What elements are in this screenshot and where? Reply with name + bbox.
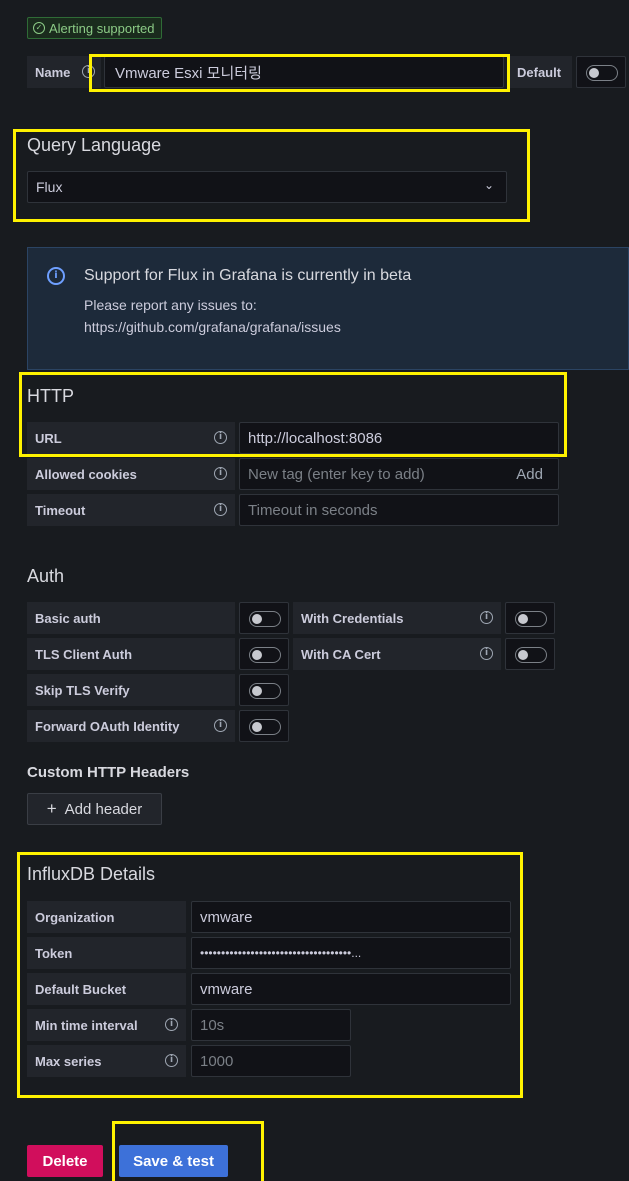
info-circle-icon: i [165,1054,178,1067]
banner-title: Support for Flux in Grafana is currently… [84,267,412,284]
default-toggle-box [576,56,626,88]
skip-tls-toggle-box [239,674,289,706]
banner-line1: Please report any issues to: [84,297,257,313]
query-language-select[interactable]: Flux ⌄ [27,171,507,203]
skip-tls-label-cell: Skip TLS Verify [27,674,235,706]
organization-value: vmware [200,908,253,926]
forward-oauth-label-cell: Forward OAuth Identity i [27,710,235,742]
skip-tls-label: Skip TLS Verify [35,682,130,698]
info-circle-icon: i [480,647,493,660]
default-label: Default [517,64,562,80]
max-series-label-cell: Max series i [27,1045,186,1077]
name-input[interactable]: Vmware Esxi 모니터링 [104,56,504,88]
cookies-label: Allowed cookies [35,466,137,482]
save-test-button[interactable]: Save & test [119,1145,228,1177]
organization-input[interactable]: vmware [191,901,511,933]
default-toggle[interactable] [586,65,618,81]
default-bucket-label: Default Bucket [35,981,127,997]
save-test-label: Save & test [133,1152,214,1170]
info-circle-icon: i [165,1018,178,1031]
with-credentials-toggle-box [505,602,555,634]
chevron-down-icon: ⌄ [483,178,494,192]
with-ca-toggle[interactable] [515,647,547,663]
info-circle-icon: i [214,431,227,444]
timeout-placeholder: Timeout in seconds [248,501,378,519]
name-label: Name [35,64,71,80]
plus-icon: + [46,799,57,818]
min-interval-label: Min time interval [35,1017,138,1033]
custom-headers-title: Custom HTTP Headers [27,764,190,781]
max-series-label: Max series [35,1053,102,1069]
tls-client-toggle-box [239,638,289,670]
min-interval-input[interactable]: 10s [191,1009,351,1041]
info-circle-icon: i [214,467,227,480]
url-label: URL [35,430,62,446]
with-ca-label-cell: With CA Cert i [293,638,501,670]
cookies-input[interactable]: New tag (enter key to add) Add [239,458,559,490]
url-value: http://localhost:8086 [248,429,383,447]
with-credentials-label-cell: With Credentials i [293,602,501,634]
cookies-add-button[interactable]: Add [516,466,543,483]
max-series-placeholder: 1000 [200,1052,234,1070]
timeout-label: Timeout [35,502,86,518]
basic-auth-label-cell: Basic auth [27,602,235,634]
cookies-label-cell: Allowed cookies i [27,458,235,490]
token-label: Token [35,945,73,961]
token-value: ••••••••••••••••••••••••••••••••••••... [200,946,362,960]
default-bucket-value: vmware [200,980,253,998]
with-ca-label: With CA Cert [301,646,381,662]
skip-tls-toggle[interactable] [249,683,281,699]
basic-auth-toggle-box [239,602,289,634]
token-input[interactable]: ••••••••••••••••••••••••••••••••••••... [191,937,511,969]
delete-button[interactable]: Delete [27,1145,103,1177]
delete-label: Delete [42,1152,88,1170]
tls-client-label: TLS Client Auth [35,646,133,662]
with-credentials-toggle[interactable] [515,611,547,627]
organization-label: Organization [35,909,115,925]
forward-oauth-toggle-box [239,710,289,742]
http-title: HTTP [27,386,74,406]
organization-label-cell: Organization [27,901,186,933]
add-header-label: Add header [64,800,143,818]
min-interval-label-cell: Min time interval i [27,1009,186,1041]
url-label-cell: URL i [27,422,235,454]
url-input[interactable]: http://localhost:8086 [239,422,559,454]
auth-title: Auth [27,566,65,586]
add-header-button[interactable]: + Add header [27,793,162,825]
tls-client-toggle[interactable] [249,647,281,663]
query-language-value: Flux [36,179,63,195]
flux-beta-banner: i Support for Flux in Grafana is current… [27,247,629,370]
forward-oauth-label: Forward OAuth Identity [35,718,180,734]
timeout-input[interactable]: Timeout in seconds [239,494,559,526]
check-circle-icon: ✓ [33,22,45,34]
info-circle-icon: i [480,611,493,624]
token-label-cell: Token [27,937,186,969]
with-ca-toggle-box [505,638,555,670]
default-bucket-input[interactable]: vmware [191,973,511,1005]
name-label-cell: Name i [27,56,101,88]
tls-client-label-cell: TLS Client Auth [27,638,235,670]
name-value: Vmware Esxi 모니터링 [115,64,262,82]
info-circle-icon: i [214,503,227,516]
default-label-cell: Default [509,56,572,88]
default-bucket-label-cell: Default Bucket [27,973,186,1005]
info-circle-icon: i [214,719,227,732]
forward-oauth-toggle[interactable] [249,719,281,735]
alerting-supported-badge: ✓ Alerting supported [27,17,162,39]
timeout-label-cell: Timeout i [27,494,235,526]
info-circle-icon: i [82,65,95,78]
info-circle-icon: i [47,267,65,285]
basic-auth-label: Basic auth [35,610,101,626]
cookies-placeholder: New tag (enter key to add) [248,465,425,483]
max-series-input[interactable]: 1000 [191,1045,351,1077]
min-interval-placeholder: 10s [200,1016,225,1034]
with-credentials-label: With Credentials [301,610,404,626]
basic-auth-toggle[interactable] [249,611,281,627]
alerting-supported-label: Alerting supported [49,20,155,36]
query-language-title: Query Language [27,135,162,155]
banner-line2: https://github.com/grafana/grafana/issue… [84,319,341,335]
influxdb-details-title: InfluxDB Details [27,864,156,884]
